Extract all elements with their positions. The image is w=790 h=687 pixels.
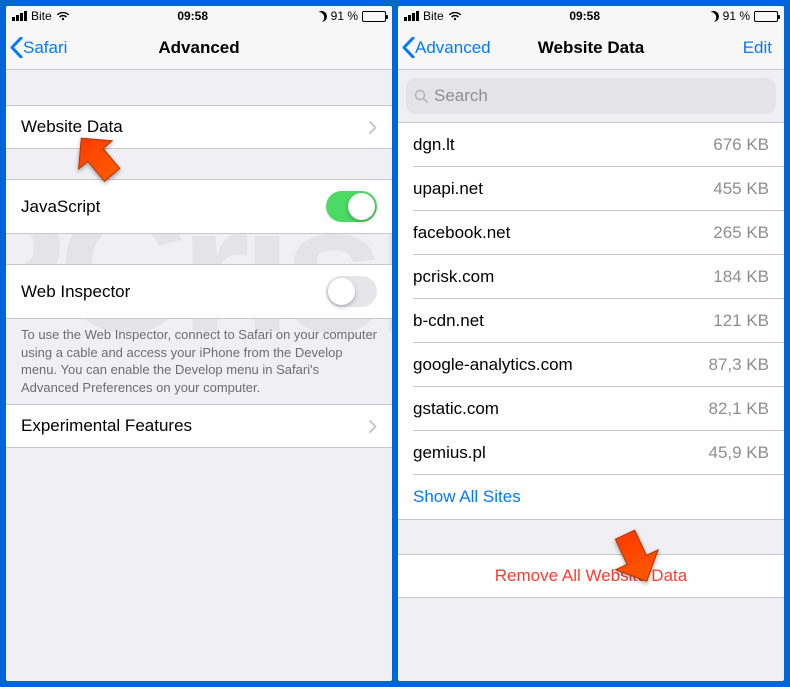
site-host: gemius.pl: [413, 443, 486, 463]
site-host: gstatic.com: [413, 399, 499, 419]
site-host: b-cdn.net: [413, 311, 484, 331]
row-label: JavaScript: [21, 197, 100, 217]
site-row[interactable]: gemius.pl 45,9 KB: [398, 431, 784, 475]
remove-all-button[interactable]: Remove All Website Data: [398, 554, 784, 598]
back-label: Advanced: [415, 38, 491, 58]
wifi-icon: [56, 11, 70, 21]
site-row[interactable]: google-analytics.com 87,3 KB: [398, 343, 784, 387]
site-host: pcrisk.com: [413, 267, 494, 287]
carrier-label: Bite: [31, 9, 52, 23]
carrier-label: Bite: [423, 9, 444, 23]
site-host: facebook.net: [413, 223, 510, 243]
chevron-right-icon: [369, 121, 377, 134]
web-inspector-footer: To use the Web Inspector, connect to Saf…: [6, 319, 392, 404]
chevron-right-icon: [369, 420, 377, 433]
site-host: upapi.net: [413, 179, 483, 199]
nav-bar: Safari Advanced: [6, 26, 392, 70]
site-row[interactable]: pcrisk.com 184 KB: [398, 255, 784, 299]
search-input[interactable]: [434, 86, 768, 106]
site-size: 82,1 KB: [709, 399, 770, 419]
clock: 09:58: [177, 9, 208, 23]
signal-icon: [12, 11, 27, 21]
edit-button[interactable]: Edit: [743, 38, 772, 58]
site-size: 45,9 KB: [709, 443, 770, 463]
battery-pct: 91 %: [331, 9, 358, 23]
site-size: 121 KB: [713, 311, 769, 331]
status-bar: Bite 09:58 91 %: [398, 6, 784, 26]
site-row[interactable]: gstatic.com 82,1 KB: [398, 387, 784, 431]
wifi-icon: [448, 11, 462, 21]
site-host: google-analytics.com: [413, 355, 573, 375]
battery-icon: [362, 11, 386, 22]
back-button[interactable]: Advanced: [398, 37, 491, 58]
battery-icon: [754, 11, 778, 22]
show-all-sites-button[interactable]: Show All Sites: [398, 475, 784, 519]
site-size: 265 KB: [713, 223, 769, 243]
clock: 09:58: [569, 9, 600, 23]
row-label: Website Data: [21, 117, 123, 137]
show-all-label: Show All Sites: [413, 487, 521, 507]
site-size: 184 KB: [713, 267, 769, 287]
site-row[interactable]: dgn.lt 676 KB: [398, 123, 784, 167]
row-javascript[interactable]: JavaScript: [6, 179, 392, 234]
nav-bar: Advanced Website Data Edit: [398, 26, 784, 70]
screen-advanced: PCrisk.com Bite 09:58 91 % Safari Advanc: [6, 6, 392, 681]
status-bar: Bite 09:58 91 %: [6, 6, 392, 26]
row-web-inspector[interactable]: Web Inspector: [6, 264, 392, 319]
site-host: dgn.lt: [413, 135, 455, 155]
row-label: Web Inspector: [21, 282, 130, 302]
site-size: 87,3 KB: [709, 355, 770, 375]
search-icon: [414, 89, 428, 103]
screen-website-data: PCrisk.com Bite 09:58 91 % Advanced Webs: [398, 6, 784, 681]
row-experimental-features[interactable]: Experimental Features: [6, 404, 392, 448]
row-label: Experimental Features: [21, 416, 192, 436]
dnd-moon-icon: [706, 9, 720, 23]
javascript-toggle[interactable]: [326, 191, 377, 222]
signal-icon: [404, 11, 419, 21]
site-row[interactable]: upapi.net 455 KB: [398, 167, 784, 211]
search-input-wrap[interactable]: [406, 78, 776, 114]
row-website-data[interactable]: Website Data: [6, 105, 392, 149]
back-button[interactable]: Safari: [6, 37, 67, 58]
site-row[interactable]: facebook.net 265 KB: [398, 211, 784, 255]
dnd-moon-icon: [314, 9, 328, 23]
site-row[interactable]: b-cdn.net 121 KB: [398, 299, 784, 343]
battery-pct: 91 %: [723, 9, 750, 23]
web-inspector-toggle[interactable]: [326, 276, 377, 307]
site-size: 676 KB: [713, 135, 769, 155]
back-label: Safari: [23, 38, 67, 58]
site-size: 455 KB: [713, 179, 769, 199]
sites-list: dgn.lt 676 KB upapi.net 455 KB facebook.net 2…: [398, 122, 784, 520]
remove-all-label: Remove All Website Data: [495, 566, 687, 586]
